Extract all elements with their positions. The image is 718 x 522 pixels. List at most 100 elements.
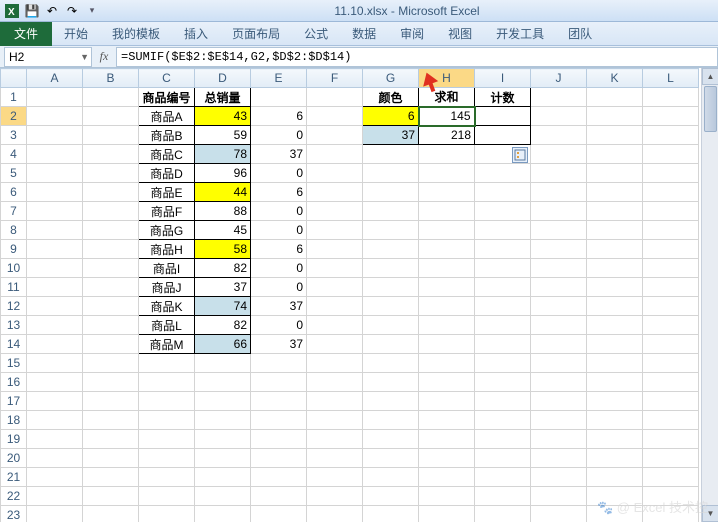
cell-J1[interactable]: [531, 88, 587, 107]
cell-B21[interactable]: [83, 468, 139, 487]
cell-J6[interactable]: [531, 183, 587, 202]
cell-J3[interactable]: [531, 126, 587, 145]
cell-E18[interactable]: [251, 411, 307, 430]
cell-K7[interactable]: [587, 202, 643, 221]
col-header-B[interactable]: B: [83, 69, 139, 88]
cell-B9[interactable]: [83, 240, 139, 259]
cell-D18[interactable]: [195, 411, 251, 430]
cell-B19[interactable]: [83, 430, 139, 449]
cell-F6[interactable]: [307, 183, 363, 202]
cell-E4[interactable]: 37: [251, 145, 307, 164]
cell-C23[interactable]: [139, 506, 195, 522]
cell-F13[interactable]: [307, 316, 363, 335]
cell-B14[interactable]: [83, 335, 139, 354]
cell-D12[interactable]: 74: [195, 297, 251, 316]
col-header-D[interactable]: D: [195, 69, 251, 88]
cell-F7[interactable]: [307, 202, 363, 221]
cell-G23[interactable]: [363, 506, 419, 522]
cell-A13[interactable]: [27, 316, 83, 335]
col-header-I[interactable]: I: [475, 69, 531, 88]
col-header-L[interactable]: L: [643, 69, 699, 88]
cell-L12[interactable]: [643, 297, 699, 316]
cell-K13[interactable]: [587, 316, 643, 335]
cell-B10[interactable]: [83, 259, 139, 278]
cell-C17[interactable]: [139, 392, 195, 411]
qat-dropdown-icon[interactable]: ▾: [84, 3, 100, 19]
cell-I14[interactable]: [475, 335, 531, 354]
cell-D2[interactable]: 43: [195, 107, 251, 126]
cell-G5[interactable]: [363, 164, 419, 183]
row-header[interactable]: 10: [1, 259, 27, 278]
cell-L1[interactable]: [643, 88, 699, 107]
row-header[interactable]: 6: [1, 183, 27, 202]
cell-K21[interactable]: [587, 468, 643, 487]
tab-templates[interactable]: 我的模板: [100, 21, 172, 46]
cell-H12[interactable]: [419, 297, 475, 316]
cell-H1[interactable]: 求和: [419, 88, 475, 107]
row-header[interactable]: 18: [1, 411, 27, 430]
cell-J8[interactable]: [531, 221, 587, 240]
cell-K8[interactable]: [587, 221, 643, 240]
cell-G4[interactable]: [363, 145, 419, 164]
cell-L10[interactable]: [643, 259, 699, 278]
select-all-corner[interactable]: [1, 69, 27, 88]
cell-C1[interactable]: 商品编号: [139, 88, 195, 107]
cell-F23[interactable]: [307, 506, 363, 522]
cell-F20[interactable]: [307, 449, 363, 468]
cell-I23[interactable]: [475, 506, 531, 522]
row-header[interactable]: 3: [1, 126, 27, 145]
name-box[interactable]: H2 ▼: [4, 47, 92, 67]
cell-F15[interactable]: [307, 354, 363, 373]
cell-J7[interactable]: [531, 202, 587, 221]
cell-G17[interactable]: [363, 392, 419, 411]
cell-C13[interactable]: 商品L: [139, 316, 195, 335]
cell-F2[interactable]: [307, 107, 363, 126]
cell-E22[interactable]: [251, 487, 307, 506]
cell-J12[interactable]: [531, 297, 587, 316]
cell-J9[interactable]: [531, 240, 587, 259]
row-header[interactable]: 23: [1, 506, 27, 522]
cell-J10[interactable]: [531, 259, 587, 278]
col-header-K[interactable]: K: [587, 69, 643, 88]
col-header-E[interactable]: E: [251, 69, 307, 88]
cell-A15[interactable]: [27, 354, 83, 373]
cell-D13[interactable]: 82: [195, 316, 251, 335]
cell-F21[interactable]: [307, 468, 363, 487]
cell-A17[interactable]: [27, 392, 83, 411]
cell-L20[interactable]: [643, 449, 699, 468]
cell-A8[interactable]: [27, 221, 83, 240]
cell-L5[interactable]: [643, 164, 699, 183]
cell-J19[interactable]: [531, 430, 587, 449]
cell-C8[interactable]: 商品G: [139, 221, 195, 240]
cell-G11[interactable]: [363, 278, 419, 297]
cell-I22[interactable]: [475, 487, 531, 506]
cell-E8[interactable]: 0: [251, 221, 307, 240]
spreadsheet-grid[interactable]: ABCDEFGHIJKL 1商品编号总销量颜色求和计数2商品A43661453商…: [0, 68, 699, 522]
tab-formulas[interactable]: 公式: [292, 21, 340, 46]
cell-K1[interactable]: [587, 88, 643, 107]
cell-C3[interactable]: 商品B: [139, 126, 195, 145]
cell-D19[interactable]: [195, 430, 251, 449]
cell-E12[interactable]: 37: [251, 297, 307, 316]
row-header[interactable]: 7: [1, 202, 27, 221]
cell-G12[interactable]: [363, 297, 419, 316]
cell-A3[interactable]: [27, 126, 83, 145]
row-header[interactable]: 11: [1, 278, 27, 297]
cell-K17[interactable]: [587, 392, 643, 411]
tab-team[interactable]: 团队: [556, 21, 604, 46]
cell-D8[interactable]: 45: [195, 221, 251, 240]
col-header-G[interactable]: G: [363, 69, 419, 88]
cell-K10[interactable]: [587, 259, 643, 278]
cell-K3[interactable]: [587, 126, 643, 145]
cell-B16[interactable]: [83, 373, 139, 392]
tab-layout[interactable]: 页面布局: [220, 21, 292, 46]
cell-H19[interactable]: [419, 430, 475, 449]
cell-J16[interactable]: [531, 373, 587, 392]
row-header[interactable]: 12: [1, 297, 27, 316]
cell-G16[interactable]: [363, 373, 419, 392]
cell-C2[interactable]: 商品A: [139, 107, 195, 126]
cell-C7[interactable]: 商品F: [139, 202, 195, 221]
cell-D21[interactable]: [195, 468, 251, 487]
cell-G3[interactable]: 37: [363, 126, 419, 145]
cell-B18[interactable]: [83, 411, 139, 430]
